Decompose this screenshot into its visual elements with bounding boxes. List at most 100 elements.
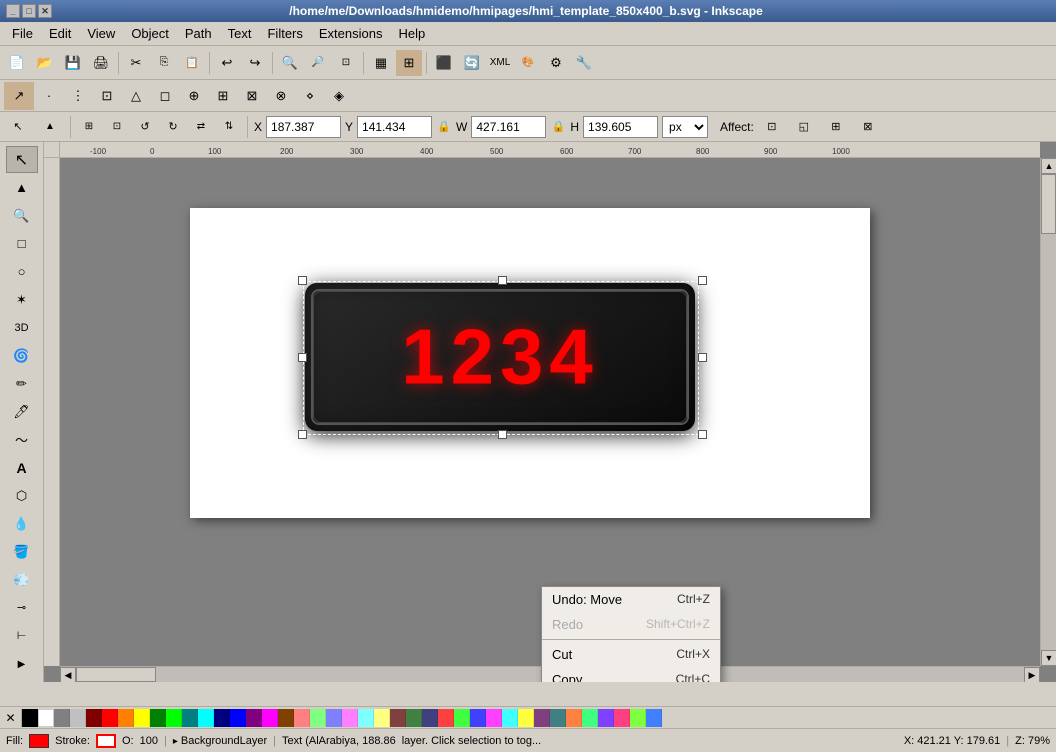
snap-rot[interactable]: △: [122, 82, 150, 110]
color-dk-red[interactable]: [390, 709, 406, 727]
color-blue[interactable]: [230, 709, 246, 727]
snap-mid[interactable]: ⊡: [93, 82, 121, 110]
color-sky[interactable]: [646, 709, 662, 727]
color-lt-magenta[interactable]: [342, 709, 358, 727]
ctx-copy[interactable]: Copy Ctrl+C: [542, 667, 720, 682]
color-black[interactable]: [22, 709, 38, 727]
tb-sel-in[interactable]: ⊡: [105, 115, 129, 139]
w-input[interactable]: [471, 116, 546, 138]
snap-guide[interactable]: ⊞: [209, 82, 237, 110]
tb-sel-all[interactable]: ⊞: [77, 115, 101, 139]
spray-btn[interactable]: 💨: [6, 566, 38, 593]
gradient-tool-btn[interactable]: ⬡: [6, 482, 38, 509]
pencil-tool-btn[interactable]: ✏: [6, 370, 38, 397]
text-tool-btn[interactable]: A: [6, 454, 38, 481]
snap-int[interactable]: ⊕: [180, 82, 208, 110]
snap-text[interactable]: ⋄: [296, 82, 324, 110]
tb-transform[interactable]: 🔄: [459, 50, 485, 76]
tb-snap-grid[interactable]: ▦: [368, 50, 394, 76]
color-rust[interactable]: [566, 709, 582, 727]
color-orange[interactable]: [118, 709, 134, 727]
expand-btn[interactable]: ▶: [6, 651, 38, 678]
calligraphy-btn[interactable]: 〜: [6, 426, 38, 453]
stroke-color-swatch[interactable]: [96, 734, 116, 748]
color-teal[interactable]: [182, 709, 198, 727]
select-tool-btn[interactable]: ↖: [6, 146, 38, 173]
pen-tool-btn[interactable]: 🖊: [6, 398, 38, 425]
color-silver[interactable]: [70, 709, 86, 727]
color-yellow[interactable]: [134, 709, 150, 727]
snap-bb[interactable]: ⋮: [64, 82, 92, 110]
tb-zoom-fit[interactable]: ⊡: [333, 50, 359, 76]
color-lt-yellow[interactable]: [374, 709, 390, 727]
tb-flip-v[interactable]: ⇅: [217, 115, 241, 139]
menu-text[interactable]: Text: [220, 24, 260, 43]
zoom-tool-btn[interactable]: 🔍: [6, 202, 38, 229]
scroll-up[interactable]: ▲: [1041, 158, 1056, 174]
connector-btn[interactable]: ⊸: [6, 594, 38, 621]
handle-tr[interactable]: [698, 276, 707, 285]
color-aqua[interactable]: [502, 709, 518, 727]
ctx-redo[interactable]: Redo Shift+Ctrl+Z: [542, 612, 720, 637]
menu-edit[interactable]: Edit: [41, 24, 79, 43]
paint-bucket-btn[interactable]: 🪣: [6, 538, 38, 565]
palette-none[interactable]: ✕: [0, 709, 22, 727]
tb-flip-h[interactable]: ⇄: [189, 115, 213, 139]
tb-zoom-out[interactable]: 🔎: [305, 50, 331, 76]
snap-select[interactable]: ↗: [4, 82, 34, 110]
handle-br[interactable]: [698, 430, 707, 439]
tb-undo[interactable]: ↩: [214, 50, 240, 76]
tb-paste[interactable]: 📋: [179, 50, 205, 76]
color-purple[interactable]: [246, 709, 262, 727]
rect-tool-btn[interactable]: □: [6, 230, 38, 257]
snap-angle[interactable]: ⊗: [267, 82, 295, 110]
snap-node[interactable]: ·: [35, 82, 63, 110]
color-lt-green[interactable]: [310, 709, 326, 727]
eyedropper-btn[interactable]: 💧: [6, 510, 38, 537]
color-sea[interactable]: [550, 709, 566, 727]
color-pink[interactable]: [294, 709, 310, 727]
close-button[interactable]: ✕: [38, 4, 52, 18]
color-lt-green2[interactable]: [454, 709, 470, 727]
scroll-down[interactable]: ▼: [1041, 650, 1056, 666]
color-dk-green2[interactable]: [406, 709, 422, 727]
snap-grid2[interactable]: ⊠: [238, 82, 266, 110]
canvas-area[interactable]: -100 0 100 200 300 400 500 600 700 800 9…: [44, 142, 1056, 682]
color-lt-cyan[interactable]: [358, 709, 374, 727]
handle-mr[interactable]: [698, 353, 707, 362]
measure-btn[interactable]: ⊢: [6, 622, 38, 649]
color-salmon[interactable]: [438, 709, 454, 727]
minimize-button[interactable]: _: [6, 4, 20, 18]
h-input[interactable]: [583, 116, 658, 138]
ellipse-tool-btn[interactable]: ○: [6, 258, 38, 285]
handle-ml[interactable]: [298, 353, 307, 362]
color-dk-blue2[interactable]: [422, 709, 438, 727]
menu-view[interactable]: View: [79, 24, 123, 43]
scroll-thumb-h[interactable]: [76, 667, 156, 682]
tb-print[interactable]: 🖨: [88, 50, 114, 76]
color-mauve[interactable]: [534, 709, 550, 727]
color-green[interactable]: [166, 709, 182, 727]
tb-rotate-left[interactable]: ↺: [133, 115, 157, 139]
affect-stroke[interactable]: ◱: [790, 115, 818, 139]
tb-node-tool[interactable]: ▲: [36, 115, 64, 139]
affect-pos[interactable]: ⊡: [758, 115, 786, 139]
hmi-display-object[interactable]: 1234: [305, 283, 695, 431]
snap-page[interactable]: ◈: [325, 82, 353, 110]
color-white[interactable]: [38, 709, 54, 727]
color-mint[interactable]: [582, 709, 598, 727]
tb-settings2[interactable]: 🔧: [571, 50, 597, 76]
unit-select[interactable]: pxmmcmin: [662, 116, 708, 138]
tb-open[interactable]: 📂: [32, 50, 58, 76]
tb-select-tool[interactable]: ↖: [4, 115, 32, 139]
handle-tl[interactable]: [298, 276, 307, 285]
tb-align[interactable]: ⬛: [431, 50, 457, 76]
handle-bl[interactable]: [298, 430, 307, 439]
scroll-track-v[interactable]: [1041, 174, 1056, 650]
menu-filters[interactable]: Filters: [259, 24, 310, 43]
scroll-thumb-v[interactable]: [1041, 174, 1056, 234]
color-cornblue[interactable]: [470, 709, 486, 727]
x-input[interactable]: [266, 116, 341, 138]
menu-file[interactable]: File: [4, 24, 41, 43]
color-violet[interactable]: [486, 709, 502, 727]
